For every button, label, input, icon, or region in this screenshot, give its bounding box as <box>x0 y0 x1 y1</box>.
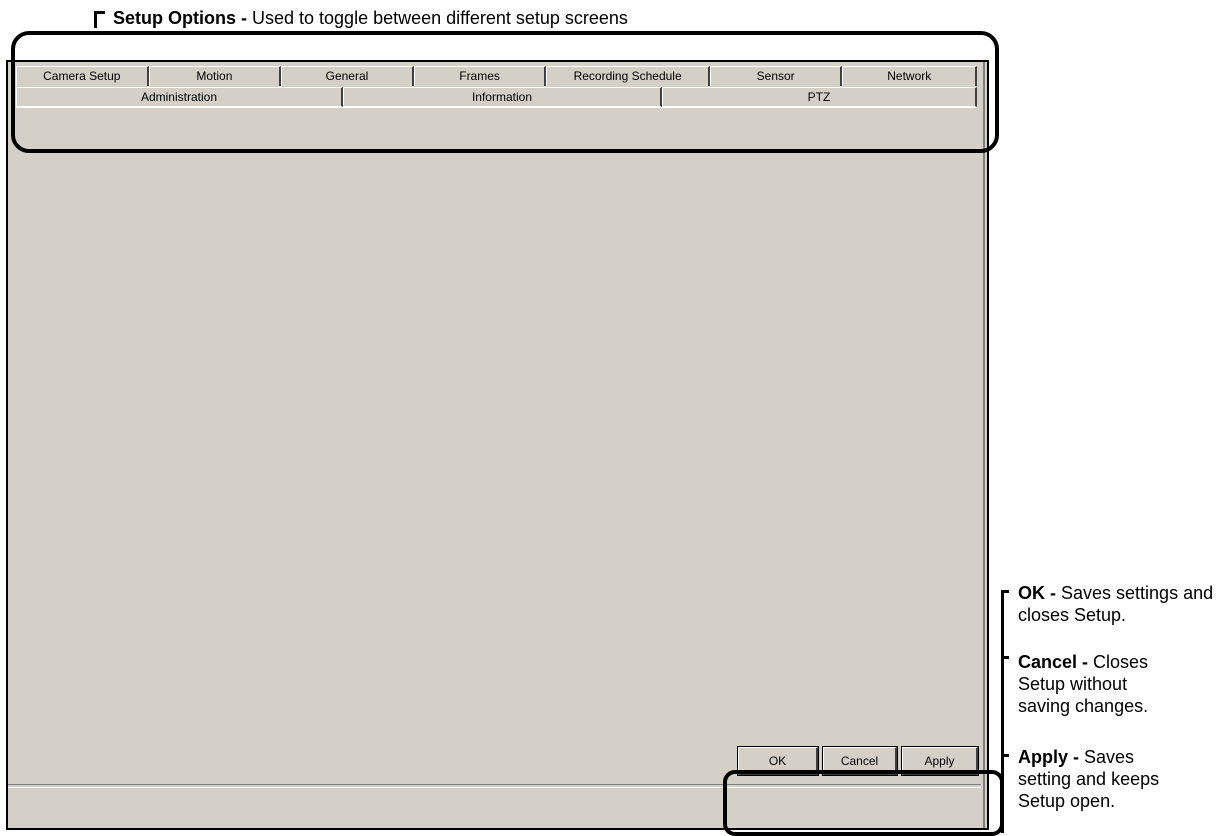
tab-information[interactable]: Information <box>342 87 662 107</box>
tab-recording-schedule[interactable]: Recording Schedule <box>546 66 710 86</box>
tab-panel-divider <box>16 107 977 108</box>
tab-sensor[interactable]: Sensor <box>709 66 843 86</box>
setup-options-annotation: Setup Options - Used to toggle between d… <box>94 8 628 29</box>
tab-row-1: Camera Setup Motion General Frames Recor… <box>16 66 978 86</box>
tab-frames[interactable]: Frames <box>413 66 547 86</box>
ok-annotation: OK - Saves settings and closes Setup. <box>1018 582 1228 626</box>
cancel-annotation: Cancel - Closes Setup without saving cha… <box>1018 651 1168 717</box>
tab-general[interactable]: General <box>281 66 414 86</box>
tab-ptz[interactable]: PTZ <box>661 87 977 107</box>
tab-network[interactable]: Network <box>842 66 978 86</box>
apply-annotation-title: Apply - <box>1018 747 1079 767</box>
status-separator <box>8 784 981 788</box>
ok-annotation-tick <box>1001 590 1009 593</box>
setup-options-annotation-title: Setup Options - <box>113 8 247 28</box>
tab-camera-setup[interactable]: Camera Setup <box>16 66 149 86</box>
setup-options-annotation-text: Used to toggle between different setup s… <box>247 8 628 28</box>
apply-annotation-tick <box>1001 754 1009 757</box>
bracket-marker <box>94 11 105 28</box>
apply-button[interactable]: Apply <box>901 746 979 776</box>
apply-annotation: Apply - Saves setting and keeps Setup op… <box>1018 746 1183 812</box>
cancel-button[interactable]: Cancel <box>822 746 898 776</box>
tab-row-2: Administration Information PTZ <box>16 87 977 107</box>
dialog-edge <box>983 62 985 828</box>
annotation-bracket-line <box>1001 590 1004 833</box>
ok-annotation-title: OK - <box>1018 583 1056 603</box>
tab-motion[interactable]: Motion <box>148 66 282 86</box>
tab-administration[interactable]: Administration <box>16 87 343 107</box>
ok-button[interactable]: OK <box>737 746 819 776</box>
cancel-annotation-title: Cancel - <box>1018 652 1089 672</box>
cancel-annotation-tick <box>1001 656 1009 659</box>
setup-dialog: Camera Setup Motion General Frames Recor… <box>6 60 989 830</box>
